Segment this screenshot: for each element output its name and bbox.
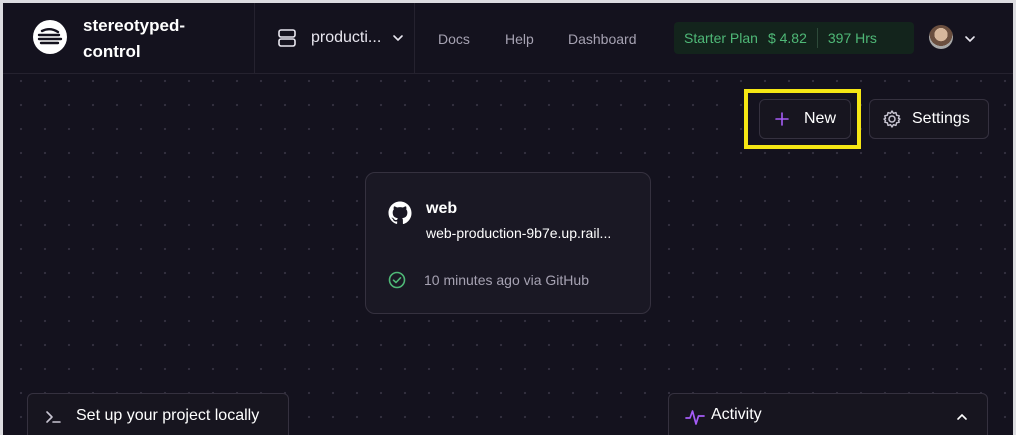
settings-button[interactable]: Settings [869, 99, 989, 139]
railway-logo-icon[interactable] [33, 20, 67, 54]
setup-locally-label: Set up your project locally [76, 407, 260, 424]
activity-label: Activity [711, 406, 762, 423]
terminal-icon [46, 411, 61, 423]
environment-name: producti... [311, 29, 382, 46]
app-canvas: stereotyped-control producti... Docs Hel… [3, 3, 1013, 435]
environment-selector[interactable]: producti... [277, 25, 405, 51]
activity-panel[interactable]: Activity [668, 393, 988, 435]
user-avatar[interactable] [929, 25, 953, 49]
gear-icon [883, 110, 901, 128]
github-icon [388, 201, 412, 225]
new-button[interactable]: New [759, 99, 851, 139]
divider [414, 3, 415, 73]
plan-name: Starter Plan [684, 30, 758, 46]
settings-button-label: Settings [912, 110, 970, 127]
plan-balance: $ 4.82 [767, 30, 807, 46]
nav-docs-link[interactable]: Docs [438, 29, 470, 49]
chevron-down-icon [393, 35, 404, 42]
nav-dashboard-link[interactable]: Dashboard [568, 29, 637, 49]
check-circle-icon [388, 271, 406, 289]
project-name[interactable]: stereotyped-control [83, 13, 233, 65]
top-nav-bar: stereotyped-control producti... Docs Hel… [3, 3, 1013, 74]
new-button-label: New [804, 110, 837, 127]
plan-hours: 397 Hrs [827, 30, 877, 46]
server-icon [278, 29, 296, 47]
plus-icon [775, 112, 789, 126]
plan-usage-badge[interactable]: Starter Plan $ 4.82 397 Hrs [674, 22, 914, 54]
chevron-down-icon[interactable] [963, 32, 977, 46]
activity-pulse-icon [685, 410, 705, 425]
setup-locally-panel[interactable]: Set up your project locally [27, 393, 289, 435]
service-name: web [426, 200, 458, 217]
nav-help-link[interactable]: Help [505, 29, 534, 49]
divider [254, 3, 255, 73]
service-url-link[interactable]: web-production-9b7e.up.rail... [426, 225, 636, 241]
chevron-up-icon[interactable] [955, 410, 969, 424]
service-card[interactable]: web web-production-9b7e.up.rail... 10 mi… [365, 172, 651, 314]
deploy-status: 10 minutes ago via GitHub [424, 272, 589, 288]
